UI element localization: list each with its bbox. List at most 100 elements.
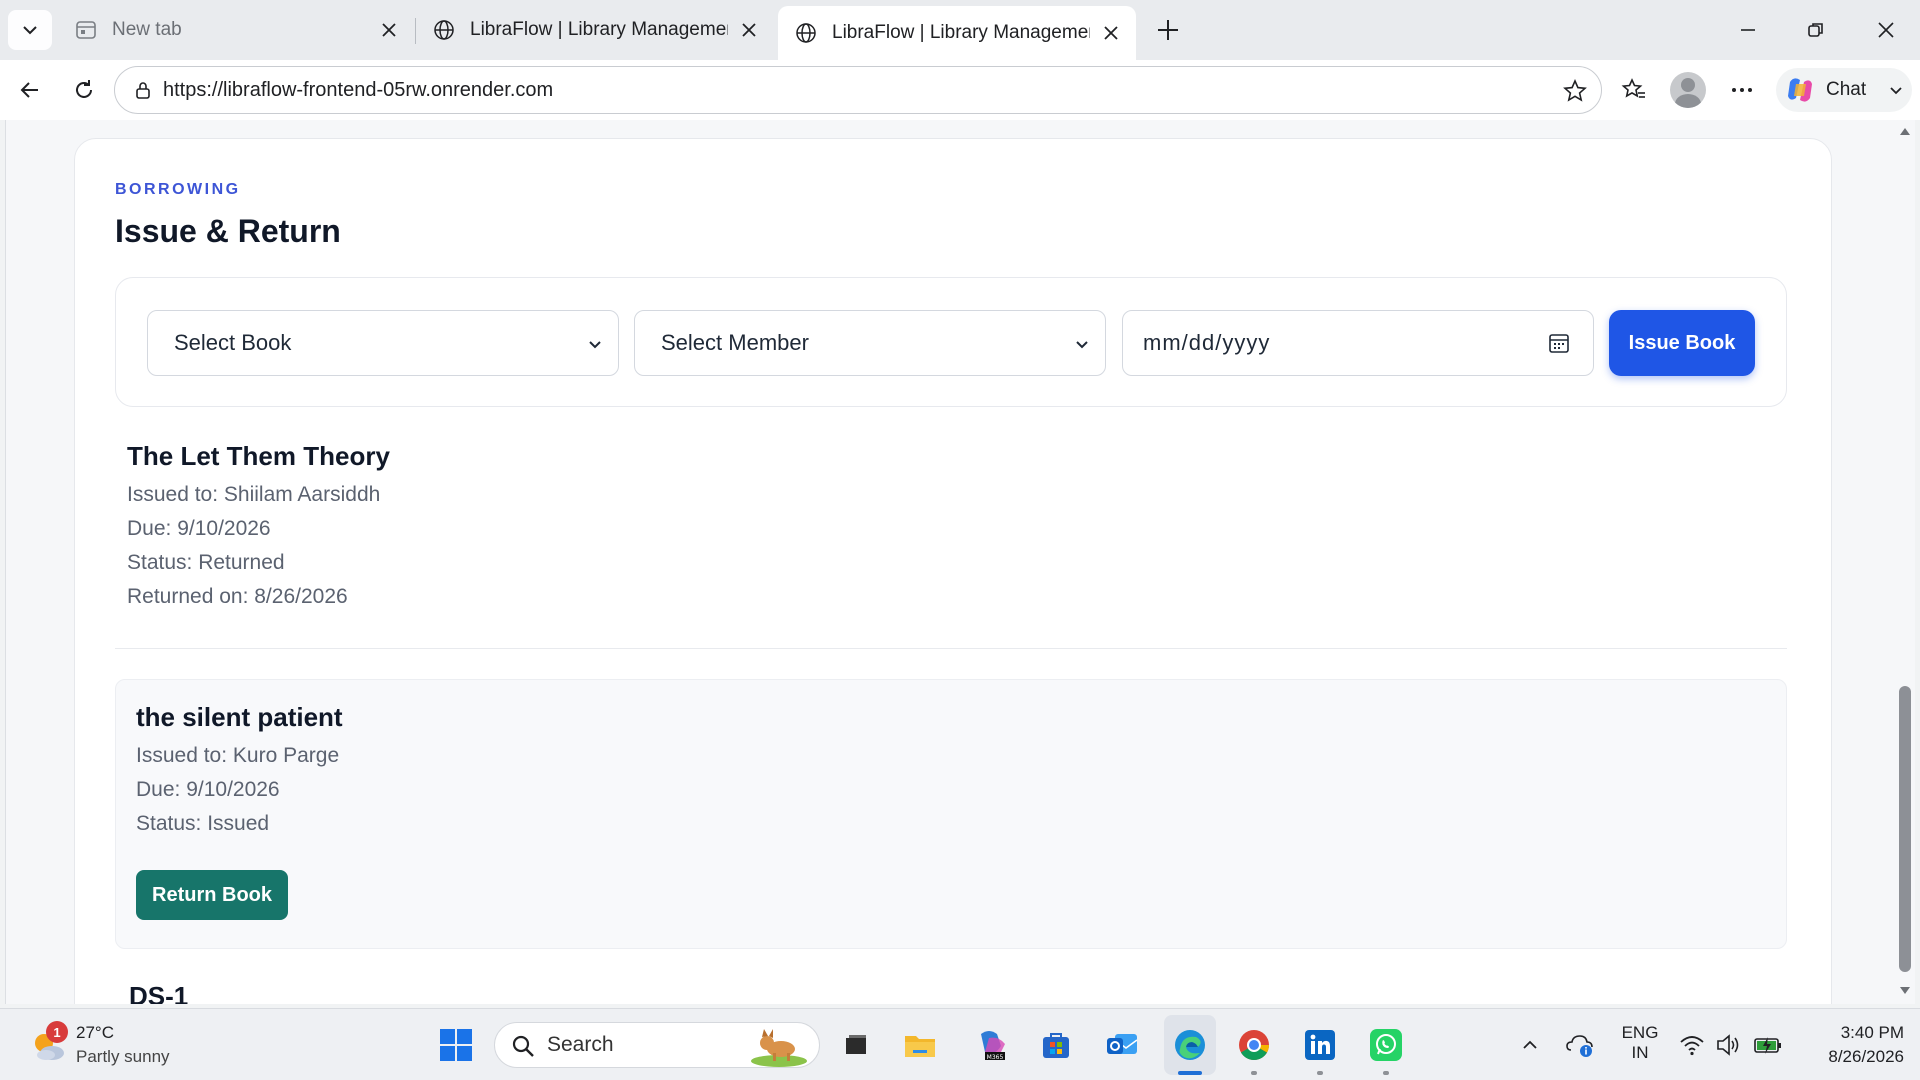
issue-form: Select Book Select Member mm/dd/yyyy Iss… <box>115 277 1787 407</box>
region-code: IN <box>1631 1043 1649 1062</box>
show-hidden-icons-button[interactable] <box>1510 1025 1550 1065</box>
issue-book-button[interactable]: Issue Book <box>1609 310 1755 376</box>
record-book-title: The Let Them Theory <box>127 441 390 471</box>
page-scrollbar[interactable] <box>1895 120 1915 1004</box>
more-options-button[interactable] <box>1722 70 1762 110</box>
store-icon <box>1043 1033 1069 1058</box>
wifi-button[interactable] <box>1672 1025 1712 1065</box>
weather-widget[interactable]: 1 27°C Partly sunny <box>26 1021 186 1069</box>
tab-libraflow-1[interactable]: LibraFlow | Library Management System <box>416 6 774 54</box>
favorite-star-icon[interactable] <box>1559 75 1591 107</box>
whatsapp-button[interactable] <box>1366 1025 1406 1065</box>
restore-button[interactable] <box>1788 6 1844 54</box>
clock-time: 3:40 PM <box>1840 1023 1904 1042</box>
borrow-record: DS-1 <box>115 979 1787 1004</box>
folder-icon <box>905 1036 935 1057</box>
close-icon[interactable] <box>736 17 762 43</box>
language-indicator[interactable]: ENG IN <box>1616 1023 1664 1063</box>
lock-icon[interactable] <box>131 78 155 102</box>
speaker-icon <box>1717 1034 1739 1056</box>
globe-icon <box>432 18 456 42</box>
m365-button[interactable]: M365 <box>972 1025 1012 1065</box>
tab-title: New tab <box>112 19 182 40</box>
weather-temperature: 27°C <box>76 1023 114 1042</box>
plus-icon <box>1158 20 1178 40</box>
outlook-button[interactable] <box>1102 1025 1142 1065</box>
linkedin-icon <box>1305 1030 1335 1060</box>
system-clock[interactable]: 3:40 PM 8/26/2026 <box>1800 1021 1904 1069</box>
volume-button[interactable] <box>1708 1025 1748 1065</box>
svg-text:M365: M365 <box>987 1054 1004 1061</box>
page-title: Issue & Return <box>115 213 341 249</box>
record-returned-on: Returned on: 8/26/2026 <box>127 585 348 608</box>
url-text[interactable]: https://libraflow-frontend-05rw.onrender… <box>163 79 553 102</box>
task-view-button[interactable] <box>836 1025 876 1065</box>
scrollbar-thumb[interactable] <box>1899 686 1911 972</box>
record-book-title: DS-1 <box>129 981 189 1004</box>
search-label: Search <box>547 1033 614 1056</box>
edge-icon <box>1175 1030 1205 1060</box>
more-dots-icon <box>1732 88 1752 92</box>
chevron-down-icon <box>589 341 601 349</box>
close-icon[interactable] <box>1098 20 1124 46</box>
back-button[interactable] <box>10 70 50 110</box>
whatsapp-icon <box>1370 1029 1402 1061</box>
task-view-icon <box>846 1035 866 1054</box>
arrow-left-icon <box>20 82 38 98</box>
tab-title: LibraFlow | Library Management System <box>470 19 728 40</box>
tab-list-button[interactable] <box>8 10 52 50</box>
record-status: Status: Issued <box>136 812 270 835</box>
scroll-down-icon[interactable] <box>1899 986 1911 996</box>
chrome-icon <box>1239 1030 1269 1061</box>
record-status: Status: Returned <box>127 551 285 574</box>
chevron-down-icon <box>1890 87 1902 95</box>
microsoft-store-button[interactable] <box>1036 1025 1076 1065</box>
scroll-up-icon[interactable] <box>1899 126 1911 136</box>
profile-avatar[interactable] <box>1670 72 1706 108</box>
tab-title: LibraFlow | Library Management System <box>832 22 1090 43</box>
address-bar[interactable]: https://libraflow-frontend-05rw.onrender… <box>114 66 1602 114</box>
page-viewport: BORROWING Issue & Return Select Book Sel… <box>5 120 1895 1004</box>
return-book-button[interactable]: Return Book <box>136 870 288 920</box>
borrowing-card: BORROWING Issue & Return Select Book Sel… <box>74 138 1832 1004</box>
tab-new-tab[interactable]: New tab <box>58 6 414 54</box>
file-explorer-button[interactable] <box>900 1025 940 1065</box>
favorites-button[interactable] <box>1614 70 1654 110</box>
borrow-record: the silent patient Issued to: Kuro Parge… <box>115 679 1787 949</box>
onedrive-status-button[interactable] <box>1560 1025 1600 1065</box>
running-app-indicator <box>1317 1071 1323 1075</box>
refresh-button[interactable] <box>64 70 104 110</box>
windows-logo-icon <box>440 1029 472 1061</box>
outlook-icon <box>1107 1034 1138 1054</box>
weather-condition: Partly sunny <box>76 1047 170 1066</box>
minimize-button[interactable] <box>1720 6 1776 54</box>
clock-date: 8/26/2026 <box>1828 1047 1904 1066</box>
close-window-button[interactable] <box>1858 6 1914 54</box>
copilot-chat-button[interactable]: Chat <box>1776 68 1912 112</box>
select-member-dropdown[interactable]: Select Member <box>634 310 1106 376</box>
calendar-icon[interactable] <box>1547 331 1571 355</box>
windows-taskbar: 1 27°C Partly sunny Search M365 ENG IN 3… <box>0 1008 1920 1080</box>
browser-toolbar: https://libraflow-frontend-05rw.onrender… <box>0 60 1920 120</box>
restore-icon <box>1808 23 1823 37</box>
search-icon <box>512 1035 534 1057</box>
due-date-input[interactable]: mm/dd/yyyy <box>1122 310 1594 376</box>
close-icon[interactable] <box>376 17 402 43</box>
chrome-button[interactable] <box>1234 1025 1274 1065</box>
select-book-value: Select Book <box>174 330 292 355</box>
new-tab-page-icon <box>74 18 98 42</box>
edge-button[interactable] <box>1170 1025 1210 1065</box>
chevron-down-icon <box>1076 341 1088 349</box>
linkedin-button[interactable] <box>1300 1025 1340 1065</box>
select-book-dropdown[interactable]: Select Book <box>147 310 619 376</box>
date-placeholder: mm/dd/yyyy <box>1143 330 1271 355</box>
taskbar-search[interactable]: Search <box>494 1022 820 1068</box>
search-highlight-dog-icon <box>751 1029 807 1067</box>
tab-libraflow-active[interactable]: LibraFlow | Library Management System <box>778 6 1136 60</box>
running-app-indicator <box>1383 1071 1389 1075</box>
start-button[interactable] <box>436 1025 476 1065</box>
record-due-date: Due: 9/10/2026 <box>136 778 280 801</box>
battery-button[interactable] <box>1748 1025 1788 1065</box>
close-icon <box>1878 22 1894 38</box>
new-tab-button[interactable] <box>1150 12 1186 48</box>
